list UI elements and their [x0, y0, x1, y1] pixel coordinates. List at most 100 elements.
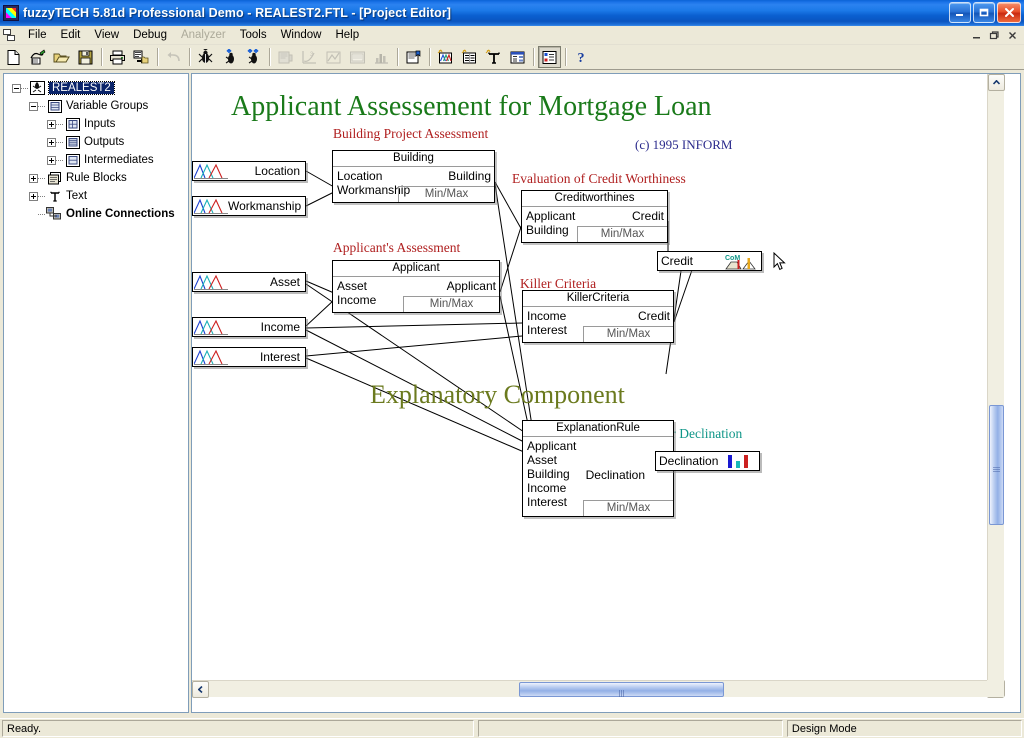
text-editor-icon[interactable]	[482, 46, 505, 68]
tree-toggle-expand[interactable]	[29, 191, 38, 201]
status-message: Ready.	[7, 722, 42, 735]
project-editor-window: Applicant Assessement for Mortgage Loan …	[191, 73, 1021, 713]
rule-block-building[interactable]: Building Location Workmanship Building M…	[332, 150, 495, 203]
membership-function-icon	[193, 198, 228, 214]
tree-node-text[interactable]: Text	[4, 187, 188, 205]
help-question-icon[interactable]: ?	[570, 46, 593, 68]
input-variable-workmanship[interactable]: Workmanship	[192, 196, 306, 216]
new-file-icon[interactable]	[2, 46, 25, 68]
rule-block-body: Applicant Building Credit Min/Max	[522, 207, 667, 242]
rule-block-input: Asset	[337, 279, 368, 293]
spreadsheet-icon[interactable]	[506, 46, 529, 68]
mdi-minimize-button[interactable]	[969, 28, 984, 42]
project-tree-panel[interactable]: REALEST2 Variable Groups Inputs Outputs …	[3, 73, 189, 713]
step-over-icon[interactable]	[242, 46, 265, 68]
scroll-up-arrow[interactable]	[988, 74, 1005, 91]
main-toolbar: 3 ?	[0, 45, 1024, 70]
tree-toggle-collapse[interactable]	[29, 101, 38, 111]
rule-block-input: Applicant	[526, 209, 576, 223]
mdi-restore-button[interactable]	[987, 28, 1002, 42]
menu-item-window[interactable]: Window	[274, 27, 329, 43]
menu-item-help[interactable]: Help	[328, 27, 366, 43]
menu-item-edit[interactable]: Edit	[54, 27, 88, 43]
tree-node-realest2[interactable]: REALEST2	[4, 79, 188, 97]
maximize-button[interactable]	[973, 2, 995, 23]
tree-node-inputs[interactable]: Inputs	[4, 115, 188, 133]
status-mode: Design Mode	[791, 722, 857, 735]
scroll-left-arrow[interactable]	[192, 681, 209, 698]
rule-block-title: Applicant	[333, 261, 499, 277]
export-icon[interactable]	[130, 46, 153, 68]
close-button[interactable]	[997, 2, 1021, 23]
new-project-wizard-icon[interactable]	[26, 46, 49, 68]
step-into-icon[interactable]	[218, 46, 241, 68]
minimize-button[interactable]	[949, 2, 971, 23]
tree-node-label: Rule Blocks	[66, 172, 127, 184]
vertical-scroll-thumb[interactable]	[989, 405, 1004, 525]
save-disk-icon[interactable]	[74, 46, 97, 68]
tree-node-rule-blocks[interactable]: Rule Blocks	[4, 169, 188, 187]
input-variable-income[interactable]: Income	[192, 317, 306, 337]
watch-window-icon	[346, 46, 369, 68]
output-variable-credit[interactable]: Credit CoM	[657, 251, 762, 271]
text-icon	[46, 188, 63, 204]
tree-toggle-expand[interactable]	[47, 155, 56, 165]
rule-block-operator: Min/Max	[403, 296, 499, 312]
project-tree-icon[interactable]	[538, 46, 561, 68]
menu-item-file[interactable]: File	[21, 27, 54, 43]
com-defuzzification-icon: CoM	[725, 253, 759, 270]
membership-function-icon	[193, 274, 228, 290]
project-properties-icon[interactable]	[402, 46, 425, 68]
rule-block-operator: Min/Max	[577, 226, 667, 242]
canvas-vertical-scrollbar[interactable]	[987, 74, 1005, 697]
window-title-bar[interactable]: fuzzyTECH 5.81d Professional Demo - REAL…	[0, 0, 1024, 26]
variable-name: Credit	[661, 254, 694, 268]
tree-toggle-expand[interactable]	[29, 173, 38, 183]
horizontal-scroll-thumb[interactable]	[519, 682, 724, 697]
tree-toggle-collapse[interactable]	[12, 83, 21, 93]
tree-toggle-expand[interactable]	[47, 137, 56, 147]
project-icon	[29, 80, 46, 96]
heading-explanatory-component: Explanatory Component	[370, 380, 625, 409]
rule-block-explanationrule[interactable]: ExplanationRule Applicant Asset Building…	[522, 420, 674, 517]
mdi-document-icon[interactable]	[2, 28, 18, 43]
input-variable-location[interactable]: Location	[192, 161, 306, 181]
variable-name: Location	[254, 164, 300, 178]
status-mode-panel: Design Mode	[786, 720, 1022, 737]
toolbar-separator	[429, 48, 431, 66]
tree-node-outputs[interactable]: Outputs	[4, 133, 188, 151]
rule-block-body: Applicant Asset Building Income Interest…	[523, 437, 673, 516]
input-variable-interest[interactable]: Interest	[192, 347, 306, 367]
mdi-close-button[interactable]	[1005, 28, 1020, 42]
tree-node-variable-groups[interactable]: Variable Groups	[4, 97, 188, 115]
input-variable-asset[interactable]: Asset	[192, 272, 306, 292]
rule-editor-icon[interactable]	[458, 46, 481, 68]
toolbar-separator	[157, 48, 159, 66]
rule-block-applicant[interactable]: Applicant Asset Income Applicant Min/Max	[332, 260, 500, 313]
menu-item-tools[interactable]: Tools	[233, 27, 274, 43]
print-icon[interactable]	[106, 46, 129, 68]
tree-toggle-expand[interactable]	[47, 119, 56, 129]
mdi-child-window-controls	[969, 28, 1020, 42]
rule-block-title: Creditworthines	[522, 191, 667, 207]
open-folder-icon[interactable]	[50, 46, 73, 68]
menu-item-view[interactable]: View	[87, 27, 126, 43]
canvas-horizontal-scrollbar[interactable]	[192, 680, 1004, 698]
rule-block-body: Location Workmanship Building Min/Max	[333, 167, 494, 202]
tree-node-online-connections[interactable]: Online Connections	[4, 205, 188, 223]
toolbar-separator	[565, 48, 567, 66]
rule-block-creditworthines[interactable]: Creditworthines Applicant Building Credi…	[521, 190, 668, 243]
variable-editor-icon[interactable]	[434, 46, 457, 68]
rule-block-body: Asset Income Applicant Min/Max	[333, 277, 499, 312]
output-variable-declination[interactable]: Declination	[655, 451, 760, 471]
diagram-canvas[interactable]: Applicant Assessement for Mortgage Loan …	[192, 74, 1005, 698]
rule-block-output: Building	[448, 169, 491, 183]
ruleblocks-icon	[46, 170, 63, 186]
fuzzytech-logo-icon	[3, 5, 19, 21]
debug-bug-icon[interactable]	[194, 46, 217, 68]
rule-block-killercriteria[interactable]: KillerCriteria Income Interest Credit Mi…	[522, 290, 674, 343]
heading-applicants-assessment: Applicant's Assessment	[333, 240, 461, 255]
rule-block-output: Applicant	[446, 279, 496, 293]
tree-node-intermediates[interactable]: Intermediates	[4, 151, 188, 169]
menu-item-debug[interactable]: Debug	[126, 27, 174, 43]
